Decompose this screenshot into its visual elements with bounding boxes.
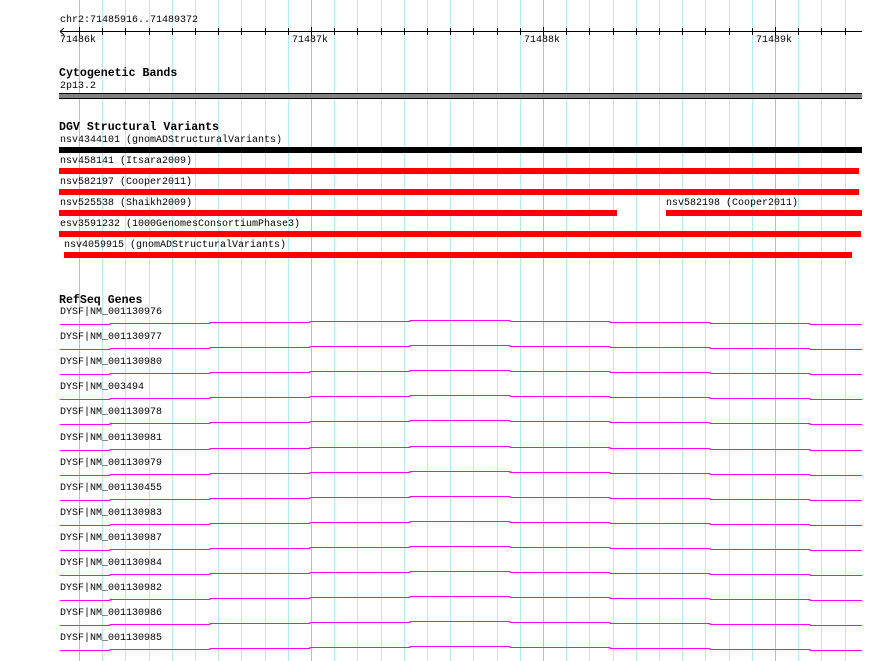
gene-model[interactable] xyxy=(60,621,862,626)
gene-model[interactable] xyxy=(60,471,862,476)
gene-model[interactable] xyxy=(60,646,862,651)
genome-browser-panel: chr2:71485916..71489372 71486k 71487k 71… xyxy=(0,0,890,661)
gene-label[interactable]: DYSF|NM_001130977 xyxy=(60,332,162,343)
gene-label[interactable]: DYSF|NM_001130981 xyxy=(60,433,162,444)
gene-label[interactable]: DYSF|NM_001130983 xyxy=(60,508,162,519)
gene-label[interactable]: DYSF|NM_001130987 xyxy=(60,533,162,544)
gene-label[interactable]: DYSF|NM_001130980 xyxy=(60,357,162,368)
gene-model[interactable] xyxy=(60,370,862,375)
gene-model[interactable] xyxy=(60,571,862,576)
gene-model[interactable] xyxy=(60,546,862,551)
gene-model[interactable] xyxy=(60,496,862,501)
gene-label[interactable]: DYSF|NM_001130978 xyxy=(60,407,162,418)
gene-label[interactable]: DYSF|NM_001130982 xyxy=(60,583,162,594)
gene-model[interactable] xyxy=(60,395,862,400)
gene-label[interactable]: DYSF|NM_001130985 xyxy=(60,633,162,644)
gene-label[interactable]: DYSF|NM_001130979 xyxy=(60,458,162,469)
gene-model[interactable] xyxy=(60,320,862,325)
gene-model[interactable] xyxy=(60,420,862,425)
gene-model[interactable] xyxy=(60,345,862,350)
gene-label[interactable]: DYSF|NM_003494 xyxy=(60,382,144,393)
gene-label[interactable]: DYSF|NM_001130455 xyxy=(60,483,162,494)
gene-model[interactable] xyxy=(60,521,862,526)
gene-label[interactable]: DYSF|NM_001130976 xyxy=(60,307,162,318)
gene-label[interactable]: DYSF|NM_001130984 xyxy=(60,558,162,569)
gene-model[interactable] xyxy=(60,596,862,601)
gene-label[interactable]: DYSF|NM_001130986 xyxy=(60,608,162,619)
gene-model[interactable] xyxy=(60,446,862,451)
